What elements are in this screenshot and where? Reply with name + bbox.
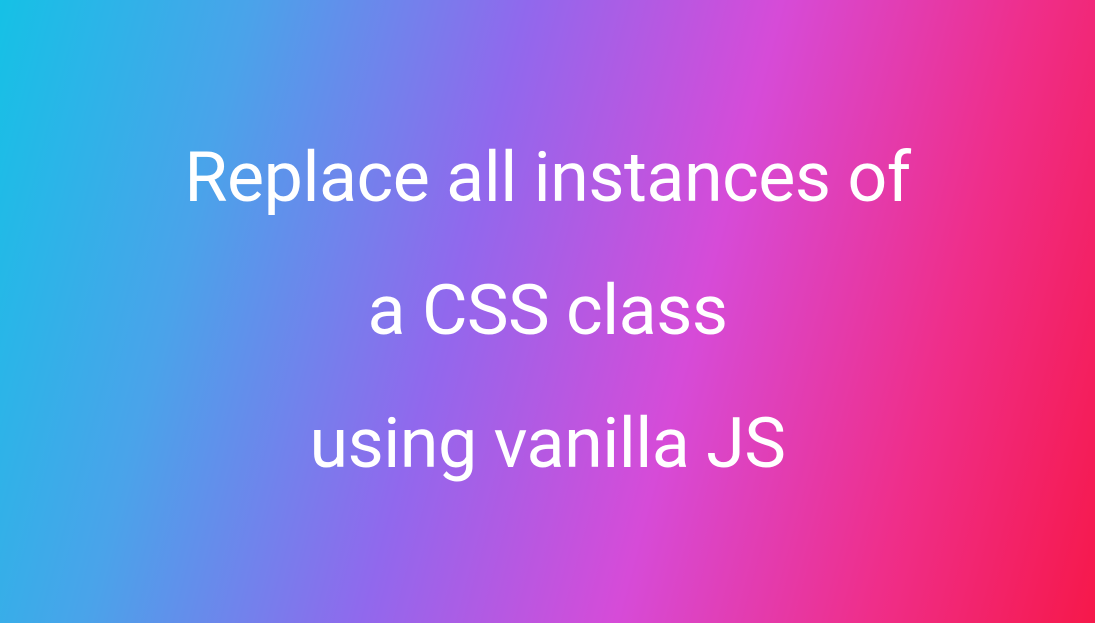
headline-line-1: Replace all instances of (184, 137, 910, 219)
headline-line-3: using vanilla JS (310, 403, 786, 485)
hero-banner: Replace all instances of a CSS class usi… (0, 0, 1095, 623)
headline-line-2: a CSS class (368, 270, 728, 352)
headline: Replace all instances of a CSS class usi… (124, 112, 970, 511)
